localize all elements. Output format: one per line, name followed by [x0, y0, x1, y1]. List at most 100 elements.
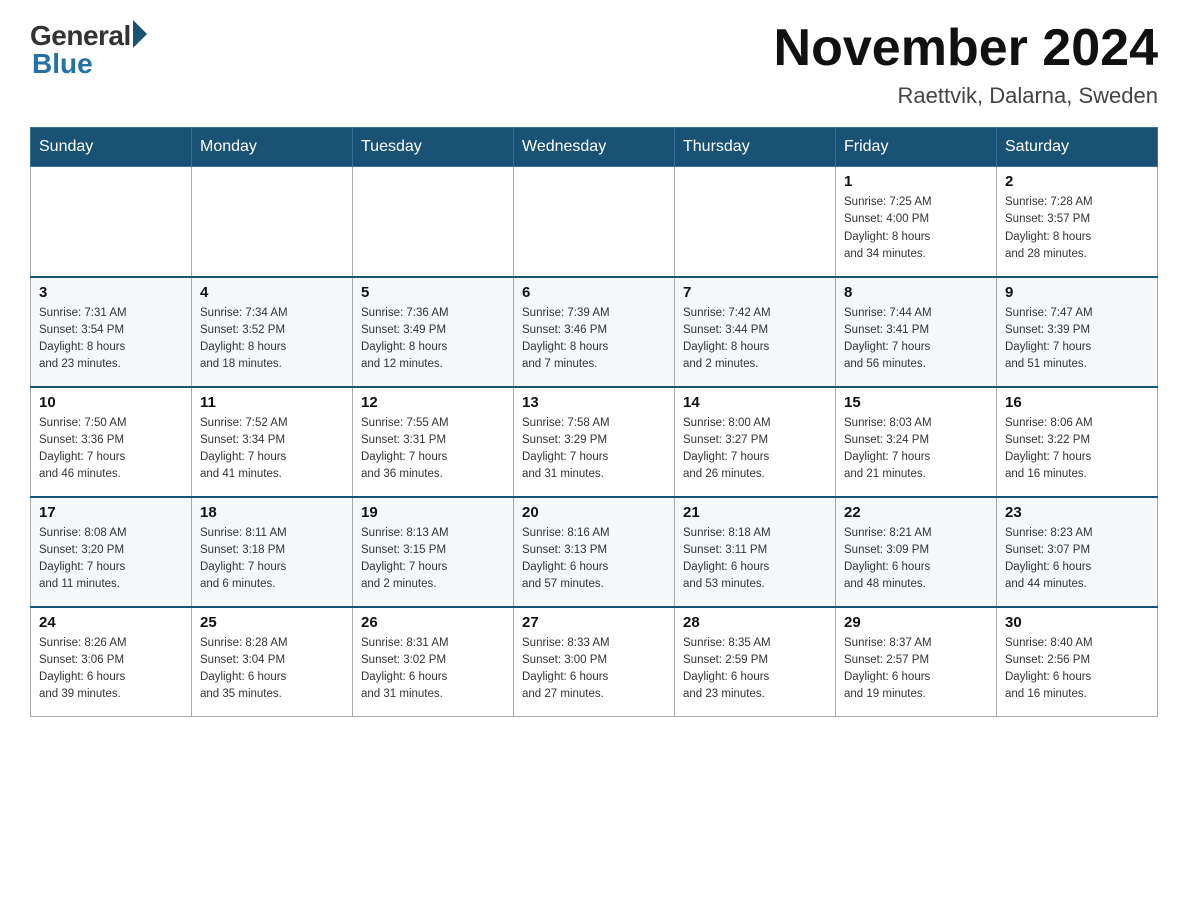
day-number: 26 [361, 614, 505, 631]
day-info: Sunrise: 7:42 AM Sunset: 3:44 PM Dayligh… [683, 305, 827, 374]
calendar-cell [192, 167, 353, 277]
day-info: Sunrise: 8:26 AM Sunset: 3:06 PM Dayligh… [39, 635, 183, 704]
day-number: 29 [844, 614, 988, 631]
day-info: Sunrise: 7:36 AM Sunset: 3:49 PM Dayligh… [361, 305, 505, 374]
header-tuesday: Tuesday [353, 128, 514, 167]
calendar-week-3: 10Sunrise: 7:50 AM Sunset: 3:36 PM Dayli… [31, 387, 1158, 497]
calendar-cell: 30 Sunrise: 8:40 AM Sunset: 2:56 PM Dayli… [997, 607, 1158, 717]
calendar-cell: 11 Sunrise: 7:52 AM Sunset: 3:34 PM Dayli… [192, 387, 353, 497]
calendar-cell: 18 Sunrise: 8:11 AM Sunset: 3:18 PM Dayli… [192, 497, 353, 607]
day-number: 27 [522, 614, 666, 631]
day-info: Sunrise: 8:28 AM Sunset: 3:04 PM Dayligh… [200, 635, 344, 704]
day-info: Sunrise: 8:11 AM Sunset: 3:18 PM Dayligh… [200, 525, 344, 594]
calendar-cell: 23 Sunrise: 8:23 AM Sunset: 3:07 PM Dayli… [997, 497, 1158, 607]
header-wednesday: Wednesday [514, 128, 675, 167]
day-info: Sunrise: 8:21 AM Sunset: 3:09 PM Dayligh… [844, 525, 988, 594]
day-info: Sunrise: 8:23 AM Sunset: 3:07 PM Dayligh… [1005, 525, 1149, 594]
header-thursday: Thursday [675, 128, 836, 167]
day-number: 19 [361, 504, 505, 521]
day-info: Sunrise: 8:37 AM Sunset: 2:57 PM Dayligh… [844, 635, 988, 704]
day-info: Sunrise: 8:08 AM Sunset: 3:20 PM Dayligh… [39, 525, 183, 594]
calendar-cell: 3Sunrise: 7:31 AM Sunset: 3:54 PM Daylig… [31, 277, 192, 387]
day-number: 17 [39, 504, 183, 521]
day-number: 14 [683, 394, 827, 411]
day-number: 16 [1005, 394, 1149, 411]
calendar-cell: 13 Sunrise: 7:58 AM Sunset: 3:29 PM Dayli… [514, 387, 675, 497]
day-number: 1 [844, 173, 988, 190]
calendar-cell: 29 Sunrise: 8:37 AM Sunset: 2:57 PM Dayli… [836, 607, 997, 717]
day-info: Sunrise: 7:34 AM Sunset: 3:52 PM Dayligh… [200, 305, 344, 374]
calendar-cell: 6 Sunrise: 7:39 AM Sunset: 3:46 PM Daylig… [514, 277, 675, 387]
day-info: Sunrise: 8:13 AM Sunset: 3:15 PM Dayligh… [361, 525, 505, 594]
calendar-cell: 9 Sunrise: 7:47 AM Sunset: 3:39 PM Daylig… [997, 277, 1158, 387]
calendar-cell: 15Sunrise: 8:03 AM Sunset: 3:24 PM Dayli… [836, 387, 997, 497]
day-number: 2 [1005, 173, 1149, 190]
header-saturday: Saturday [997, 128, 1158, 167]
day-info: Sunrise: 8:18 AM Sunset: 3:11 PM Dayligh… [683, 525, 827, 594]
logo-triangle-icon [133, 20, 147, 48]
day-number: 24 [39, 614, 183, 631]
calendar-cell: 2 Sunrise: 7:28 AM Sunset: 3:57 PM Daylig… [997, 167, 1158, 277]
day-info: Sunrise: 8:31 AM Sunset: 3:02 PM Dayligh… [361, 635, 505, 704]
calendar-table: Sunday Monday Tuesday Wednesday Thursday… [30, 127, 1158, 717]
day-info: Sunrise: 7:50 AM Sunset: 3:36 PM Dayligh… [39, 415, 183, 484]
day-number: 23 [1005, 504, 1149, 521]
calendar-cell [675, 167, 836, 277]
calendar-cell [31, 167, 192, 277]
day-info: Sunrise: 8:00 AM Sunset: 3:27 PM Dayligh… [683, 415, 827, 484]
calendar-cell: 20Sunrise: 8:16 AM Sunset: 3:13 PM Dayli… [514, 497, 675, 607]
calendar-cell: 5 Sunrise: 7:36 AM Sunset: 3:49 PM Daylig… [353, 277, 514, 387]
calendar-cell: 4Sunrise: 7:34 AM Sunset: 3:52 PM Daylig… [192, 277, 353, 387]
day-number: 6 [522, 284, 666, 301]
day-info: Sunrise: 7:39 AM Sunset: 3:46 PM Dayligh… [522, 305, 666, 374]
calendar-cell: 26 Sunrise: 8:31 AM Sunset: 3:02 PM Dayli… [353, 607, 514, 717]
day-number: 12 [361, 394, 505, 411]
day-number: 8 [844, 284, 988, 301]
calendar-cell: 24 Sunrise: 8:26 AM Sunset: 3:06 PM Dayli… [31, 607, 192, 717]
day-number: 9 [1005, 284, 1149, 301]
calendar-cell: 17 Sunrise: 8:08 AM Sunset: 3:20 PM Dayli… [31, 497, 192, 607]
calendar-cell [353, 167, 514, 277]
calendar-cell: 10Sunrise: 7:50 AM Sunset: 3:36 PM Dayli… [31, 387, 192, 497]
day-number: 22 [844, 504, 988, 521]
day-info: Sunrise: 7:25 AM Sunset: 4:00 PM Dayligh… [844, 194, 988, 263]
calendar-week-4: 17 Sunrise: 8:08 AM Sunset: 3:20 PM Dayli… [31, 497, 1158, 607]
logo: General Blue [30, 20, 147, 80]
day-number: 15 [844, 394, 988, 411]
calendar-cell: 16 Sunrise: 8:06 AM Sunset: 3:22 PM Dayli… [997, 387, 1158, 497]
day-info: Sunrise: 8:40 AM Sunset: 2:56 PM Dayligh… [1005, 635, 1149, 704]
day-info: Sunrise: 7:52 AM Sunset: 3:34 PM Dayligh… [200, 415, 344, 484]
day-info: Sunrise: 7:28 AM Sunset: 3:57 PM Dayligh… [1005, 194, 1149, 263]
day-info: Sunrise: 7:47 AM Sunset: 3:39 PM Dayligh… [1005, 305, 1149, 374]
calendar-cell: 12Sunrise: 7:55 AM Sunset: 3:31 PM Dayli… [353, 387, 514, 497]
calendar-cell: 25Sunrise: 8:28 AM Sunset: 3:04 PM Dayli… [192, 607, 353, 717]
page-header: General Blue November 2024 Raettvik, Dal… [30, 20, 1158, 109]
calendar-cell: 27Sunrise: 8:33 AM Sunset: 3:00 PM Dayli… [514, 607, 675, 717]
title-area: November 2024 Raettvik, Dalarna, Sweden [774, 20, 1158, 109]
calendar-cell: 21 Sunrise: 8:18 AM Sunset: 3:11 PM Dayli… [675, 497, 836, 607]
calendar-cell: 22 Sunrise: 8:21 AM Sunset: 3:09 PM Dayli… [836, 497, 997, 607]
calendar-week-1: 1 Sunrise: 7:25 AM Sunset: 4:00 PM Daylig… [31, 167, 1158, 277]
calendar-week-2: 3Sunrise: 7:31 AM Sunset: 3:54 PM Daylig… [31, 277, 1158, 387]
location-title: Raettvik, Dalarna, Sweden [774, 83, 1158, 109]
day-number: 18 [200, 504, 344, 521]
logo-blue-text: Blue [32, 48, 93, 80]
day-info: Sunrise: 8:06 AM Sunset: 3:22 PM Dayligh… [1005, 415, 1149, 484]
calendar-cell: 1 Sunrise: 7:25 AM Sunset: 4:00 PM Daylig… [836, 167, 997, 277]
month-title: November 2024 [774, 20, 1158, 77]
day-number: 21 [683, 504, 827, 521]
day-number: 20 [522, 504, 666, 521]
day-number: 5 [361, 284, 505, 301]
day-info: Sunrise: 7:58 AM Sunset: 3:29 PM Dayligh… [522, 415, 666, 484]
day-number: 13 [522, 394, 666, 411]
day-number: 7 [683, 284, 827, 301]
calendar-cell: 7 Sunrise: 7:42 AM Sunset: 3:44 PM Daylig… [675, 277, 836, 387]
day-number: 3 [39, 284, 183, 301]
day-number: 30 [1005, 614, 1149, 631]
calendar-header-row: Sunday Monday Tuesday Wednesday Thursday… [31, 128, 1158, 167]
day-number: 28 [683, 614, 827, 631]
calendar-cell: 14 Sunrise: 8:00 AM Sunset: 3:27 PM Dayli… [675, 387, 836, 497]
day-number: 11 [200, 394, 344, 411]
calendar-cell [514, 167, 675, 277]
calendar-cell: 28Sunrise: 8:35 AM Sunset: 2:59 PM Dayli… [675, 607, 836, 717]
